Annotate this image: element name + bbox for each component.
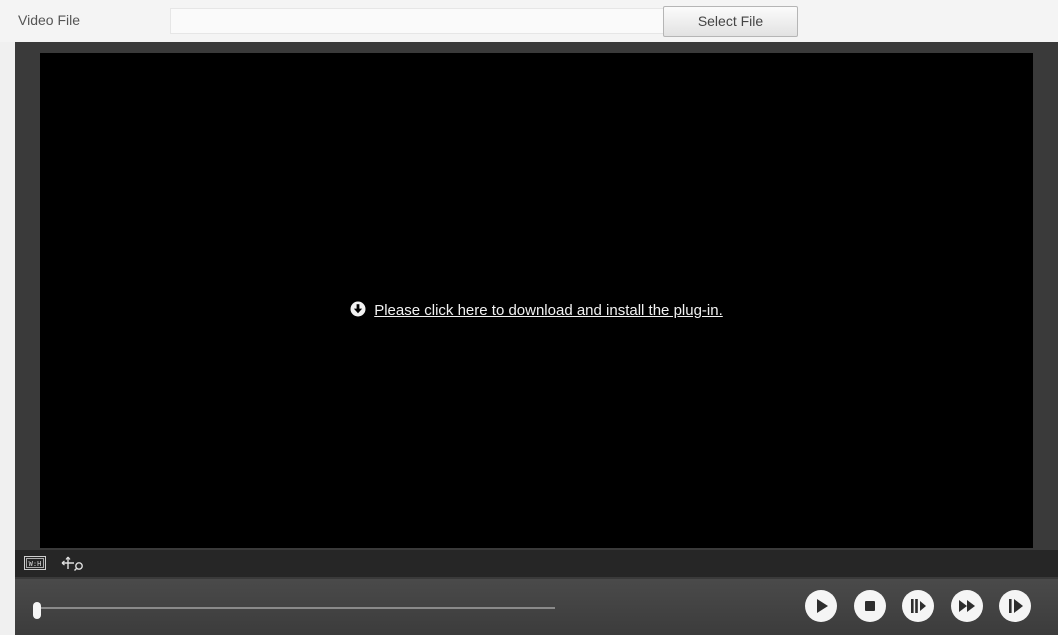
video-display-area: Please click here to download and instal… (40, 53, 1033, 548)
digital-zoom-icon[interactable] (61, 555, 87, 571)
slow-play-icon[interactable] (998, 589, 1032, 623)
plugin-download-prompt: Please click here to download and instal… (40, 301, 1033, 319)
playback-control-bar (15, 579, 1058, 635)
aspect-ratio-wh-icon[interactable]: W:H (24, 555, 46, 571)
video-tool-strip: W:H (15, 550, 1058, 577)
progress-track[interactable] (37, 607, 555, 609)
select-file-button[interactable]: Select File (663, 6, 798, 37)
next-frame-icon[interactable] (901, 589, 935, 623)
progress-slider-thumb[interactable] (33, 602, 41, 619)
play-icon[interactable] (804, 589, 838, 623)
plugin-download-link[interactable]: Please click here to download and instal… (374, 302, 723, 319)
video-file-bar: Video File Select File (0, 0, 1058, 42)
video-file-label: Video File (18, 12, 81, 28)
video-file-path-input[interactable] (170, 8, 664, 34)
fast-forward-icon[interactable] (950, 589, 984, 623)
svg-text:W:H: W:H (29, 560, 42, 568)
stop-icon[interactable] (853, 589, 887, 623)
download-icon[interactable] (350, 301, 366, 317)
video-player: Please click here to download and instal… (15, 42, 1058, 635)
